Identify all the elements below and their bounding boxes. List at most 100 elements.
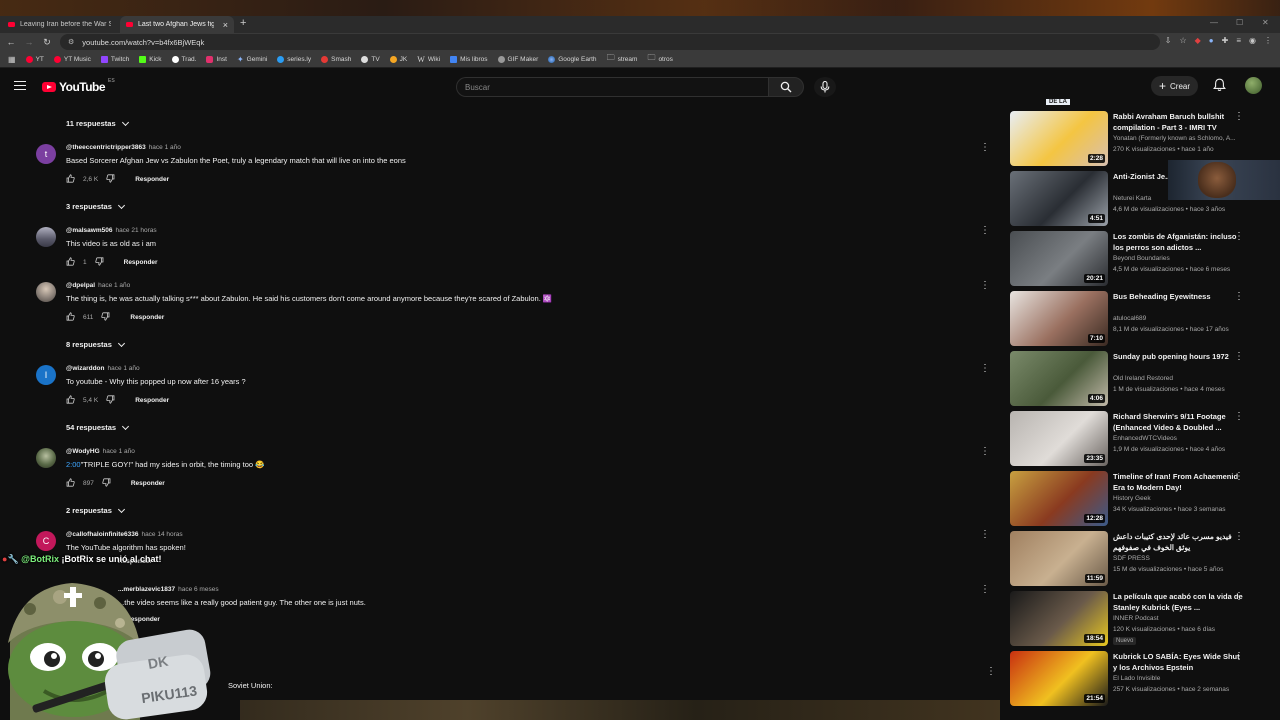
comment-menu-icon[interactable]: ⋮ bbox=[980, 585, 990, 595]
reload-icon[interactable]: ↻ bbox=[38, 37, 56, 48]
avatar[interactable] bbox=[36, 282, 56, 302]
like-icon[interactable] bbox=[66, 395, 75, 406]
search-input[interactable] bbox=[465, 82, 768, 92]
create-button[interactable]: + Crear bbox=[1151, 76, 1199, 96]
bookmark-twitch[interactable]: Twitch bbox=[100, 55, 129, 63]
replies-toggle[interactable]: 8 respuestas bbox=[66, 339, 125, 349]
bookmark-gif-maker[interactable]: GIF Maker bbox=[497, 55, 538, 63]
dislike-icon[interactable] bbox=[102, 478, 111, 489]
replies-toggle[interactable]: 3 respuestas bbox=[66, 201, 125, 211]
channel-name[interactable]: atulocal689 bbox=[1113, 315, 1245, 322]
video-thumbnail[interactable]: 4:51 bbox=[1010, 171, 1108, 226]
comment-time[interactable]: hace 1 año bbox=[107, 365, 139, 372]
avatar[interactable] bbox=[36, 448, 56, 468]
voice-search-button[interactable] bbox=[814, 77, 836, 97]
comment-author[interactable]: @dpelpal bbox=[66, 282, 95, 289]
comment-author[interactable]: @malsawm506 bbox=[66, 227, 112, 234]
browser-menu-icon[interactable]: ⋮ bbox=[1264, 36, 1272, 45]
video-thumbnail[interactable]: 2:28 bbox=[1010, 111, 1108, 166]
close-tab-icon[interactable]: × bbox=[223, 20, 228, 30]
video-thumbnail[interactable]: 7:10 bbox=[1010, 291, 1108, 346]
bookmark-seriesly[interactable]: series.ly bbox=[277, 55, 311, 63]
video-thumbnail[interactable]: 12:28 bbox=[1010, 471, 1108, 526]
channel-name[interactable]: Yonatan (Formerly known as Schlomo, A... bbox=[1113, 135, 1245, 142]
video-title[interactable]: La película que acabó con la vida de Sta… bbox=[1113, 591, 1245, 613]
video-menu-icon[interactable]: ⋮ bbox=[1234, 292, 1244, 302]
bookmark-inst[interactable]: Inst bbox=[206, 55, 227, 63]
avatar[interactable]: t bbox=[36, 144, 56, 164]
replies-toggle[interactable]: 54 respuestas bbox=[66, 422, 130, 432]
avatar[interactable]: C bbox=[36, 531, 56, 551]
recommended-video[interactable]: 2:28 Rabbi Avraham Baruch bullshit compil… bbox=[1010, 111, 1272, 167]
bookmark-yt[interactable]: YT bbox=[25, 55, 44, 63]
comment-time[interactable]: hace 1 año bbox=[149, 144, 181, 151]
bookmark-wiki[interactable]: W Wiki bbox=[417, 55, 440, 64]
search-button[interactable] bbox=[768, 77, 804, 97]
video-thumbnail[interactable]: 11:59 bbox=[1010, 531, 1108, 586]
new-tab-button[interactable]: + bbox=[240, 17, 246, 29]
recommended-video[interactable]: 23:35 Richard Sherwin's 9/11 Footage (Enh… bbox=[1010, 411, 1272, 467]
maximize-button[interactable]: ☐ bbox=[1236, 18, 1243, 27]
like-icon[interactable] bbox=[66, 312, 75, 323]
close-window-button[interactable]: ✕ bbox=[1262, 18, 1269, 27]
reply-button[interactable]: Responder bbox=[124, 259, 158, 266]
like-icon[interactable] bbox=[66, 174, 75, 185]
bookmark-yt-music[interactable]: YT Music bbox=[53, 55, 91, 63]
extension-icon[interactable]: ◆ bbox=[1195, 36, 1201, 45]
channel-name[interactable]: History Geek bbox=[1113, 495, 1245, 502]
comment-author[interactable]: @callofhaloinfinite6336 bbox=[66, 531, 138, 538]
channel-name[interactable]: SDF PRESS bbox=[1113, 555, 1245, 562]
comment-time[interactable]: hace 21 horas bbox=[115, 227, 156, 234]
video-menu-icon[interactable]: ⋮ bbox=[1234, 592, 1244, 602]
bookmark-jk[interactable]: JK bbox=[389, 55, 407, 63]
video-menu-icon[interactable]: ⋮ bbox=[1234, 532, 1244, 542]
bookmark-smash[interactable]: Smash bbox=[321, 55, 351, 63]
forward-arrow-icon[interactable]: → bbox=[20, 37, 38, 47]
comment-menu-icon[interactable]: ⋮ bbox=[980, 281, 990, 291]
video-title[interactable]: Los zombis de Afganistán: incluso los pe… bbox=[1113, 231, 1245, 253]
video-title[interactable]: Rabbi Avraham Baruch bullshit compilatio… bbox=[1113, 111, 1245, 133]
bookmark-folder-otros[interactable]: 🗀 otros bbox=[647, 52, 672, 66]
channel-name[interactable]: Old Ireland Restored bbox=[1113, 375, 1245, 382]
video-menu-icon[interactable]: ⋮ bbox=[1234, 652, 1244, 662]
video-title[interactable]: Richard Sherwin's 9/11 Footage (Enhanced… bbox=[1113, 411, 1245, 433]
video-title[interactable]: Timeline of Iran! From Achaemenid Era to… bbox=[1113, 471, 1245, 493]
bookmark-gemini[interactable]: ✦ Gemini bbox=[237, 55, 267, 64]
user-avatar[interactable] bbox=[1245, 77, 1262, 94]
video-menu-icon[interactable]: ⋮ bbox=[1234, 472, 1244, 482]
comment-author[interactable]: @WodyHG bbox=[66, 448, 100, 455]
browser-tab-1[interactable]: Leaving Iran before the War S... bbox=[2, 16, 117, 33]
bookmark-google-earth[interactable]: Google Earth bbox=[548, 55, 597, 63]
video-thumbnail[interactable]: 4:06 bbox=[1010, 351, 1108, 406]
comment-time[interactable]: hace 14 horas bbox=[141, 531, 182, 538]
recommended-video[interactable]: 11:59 فيديو مسرب عائد لإحدى كتيبات داعش ي… bbox=[1010, 531, 1272, 587]
bookmark-mis-libros[interactable]: Mis libros bbox=[450, 55, 488, 63]
hamburger-menu-icon[interactable] bbox=[14, 81, 26, 90]
browser-tab-2[interactable]: Last two Afghan Jews fight × bbox=[120, 16, 234, 33]
video-title[interactable]: Bus Beheading Eyewitness bbox=[1113, 291, 1245, 302]
timestamp-link[interactable]: 2:00 bbox=[66, 460, 81, 469]
video-title[interactable]: فيديو مسرب عائد لإحدى كتيبات داعش يوثق ا… bbox=[1113, 531, 1245, 553]
install-icon[interactable]: ⇩ bbox=[1165, 36, 1172, 45]
video-menu-icon[interactable]: ⋮ bbox=[1234, 232, 1244, 242]
video-thumbnail[interactable]: 20:21 bbox=[1010, 231, 1108, 286]
video-title[interactable]: Sunday pub opening hours 1972 bbox=[1113, 351, 1245, 362]
avatar[interactable] bbox=[36, 227, 56, 247]
recommended-video[interactable]: 7:10 Bus Beheading Eyewitness atulocal689 8… bbox=[1010, 291, 1272, 347]
dislike-icon[interactable] bbox=[106, 174, 115, 185]
reply-button[interactable]: Responder bbox=[135, 176, 169, 183]
comment-time[interactable]: hace 1 año bbox=[103, 448, 135, 455]
video-thumbnail[interactable]: 23:35 bbox=[1010, 411, 1108, 466]
comment-author[interactable]: @theeccentrictripper3863 bbox=[66, 144, 146, 151]
reply-button[interactable]: Responder bbox=[131, 480, 165, 487]
video-thumbnail[interactable]: 21:54 bbox=[1010, 651, 1108, 706]
like-icon[interactable] bbox=[66, 478, 75, 489]
channel-name[interactable]: El Lado Invisible bbox=[1113, 675, 1245, 682]
recommended-video[interactable]: 21:54 Kubrick LO SABÍA: Eyes Wide Shut y … bbox=[1010, 651, 1272, 707]
minimize-button[interactable]: — bbox=[1210, 18, 1218, 27]
replies-toggle[interactable]: 2 respuestas bbox=[66, 505, 125, 515]
comment-menu-icon[interactable]: ⋮ bbox=[980, 447, 990, 457]
video-menu-icon[interactable]: ⋮ bbox=[1234, 352, 1244, 362]
video-menu-icon[interactable]: ⋮ bbox=[1234, 412, 1244, 422]
like-icon[interactable] bbox=[66, 257, 75, 268]
